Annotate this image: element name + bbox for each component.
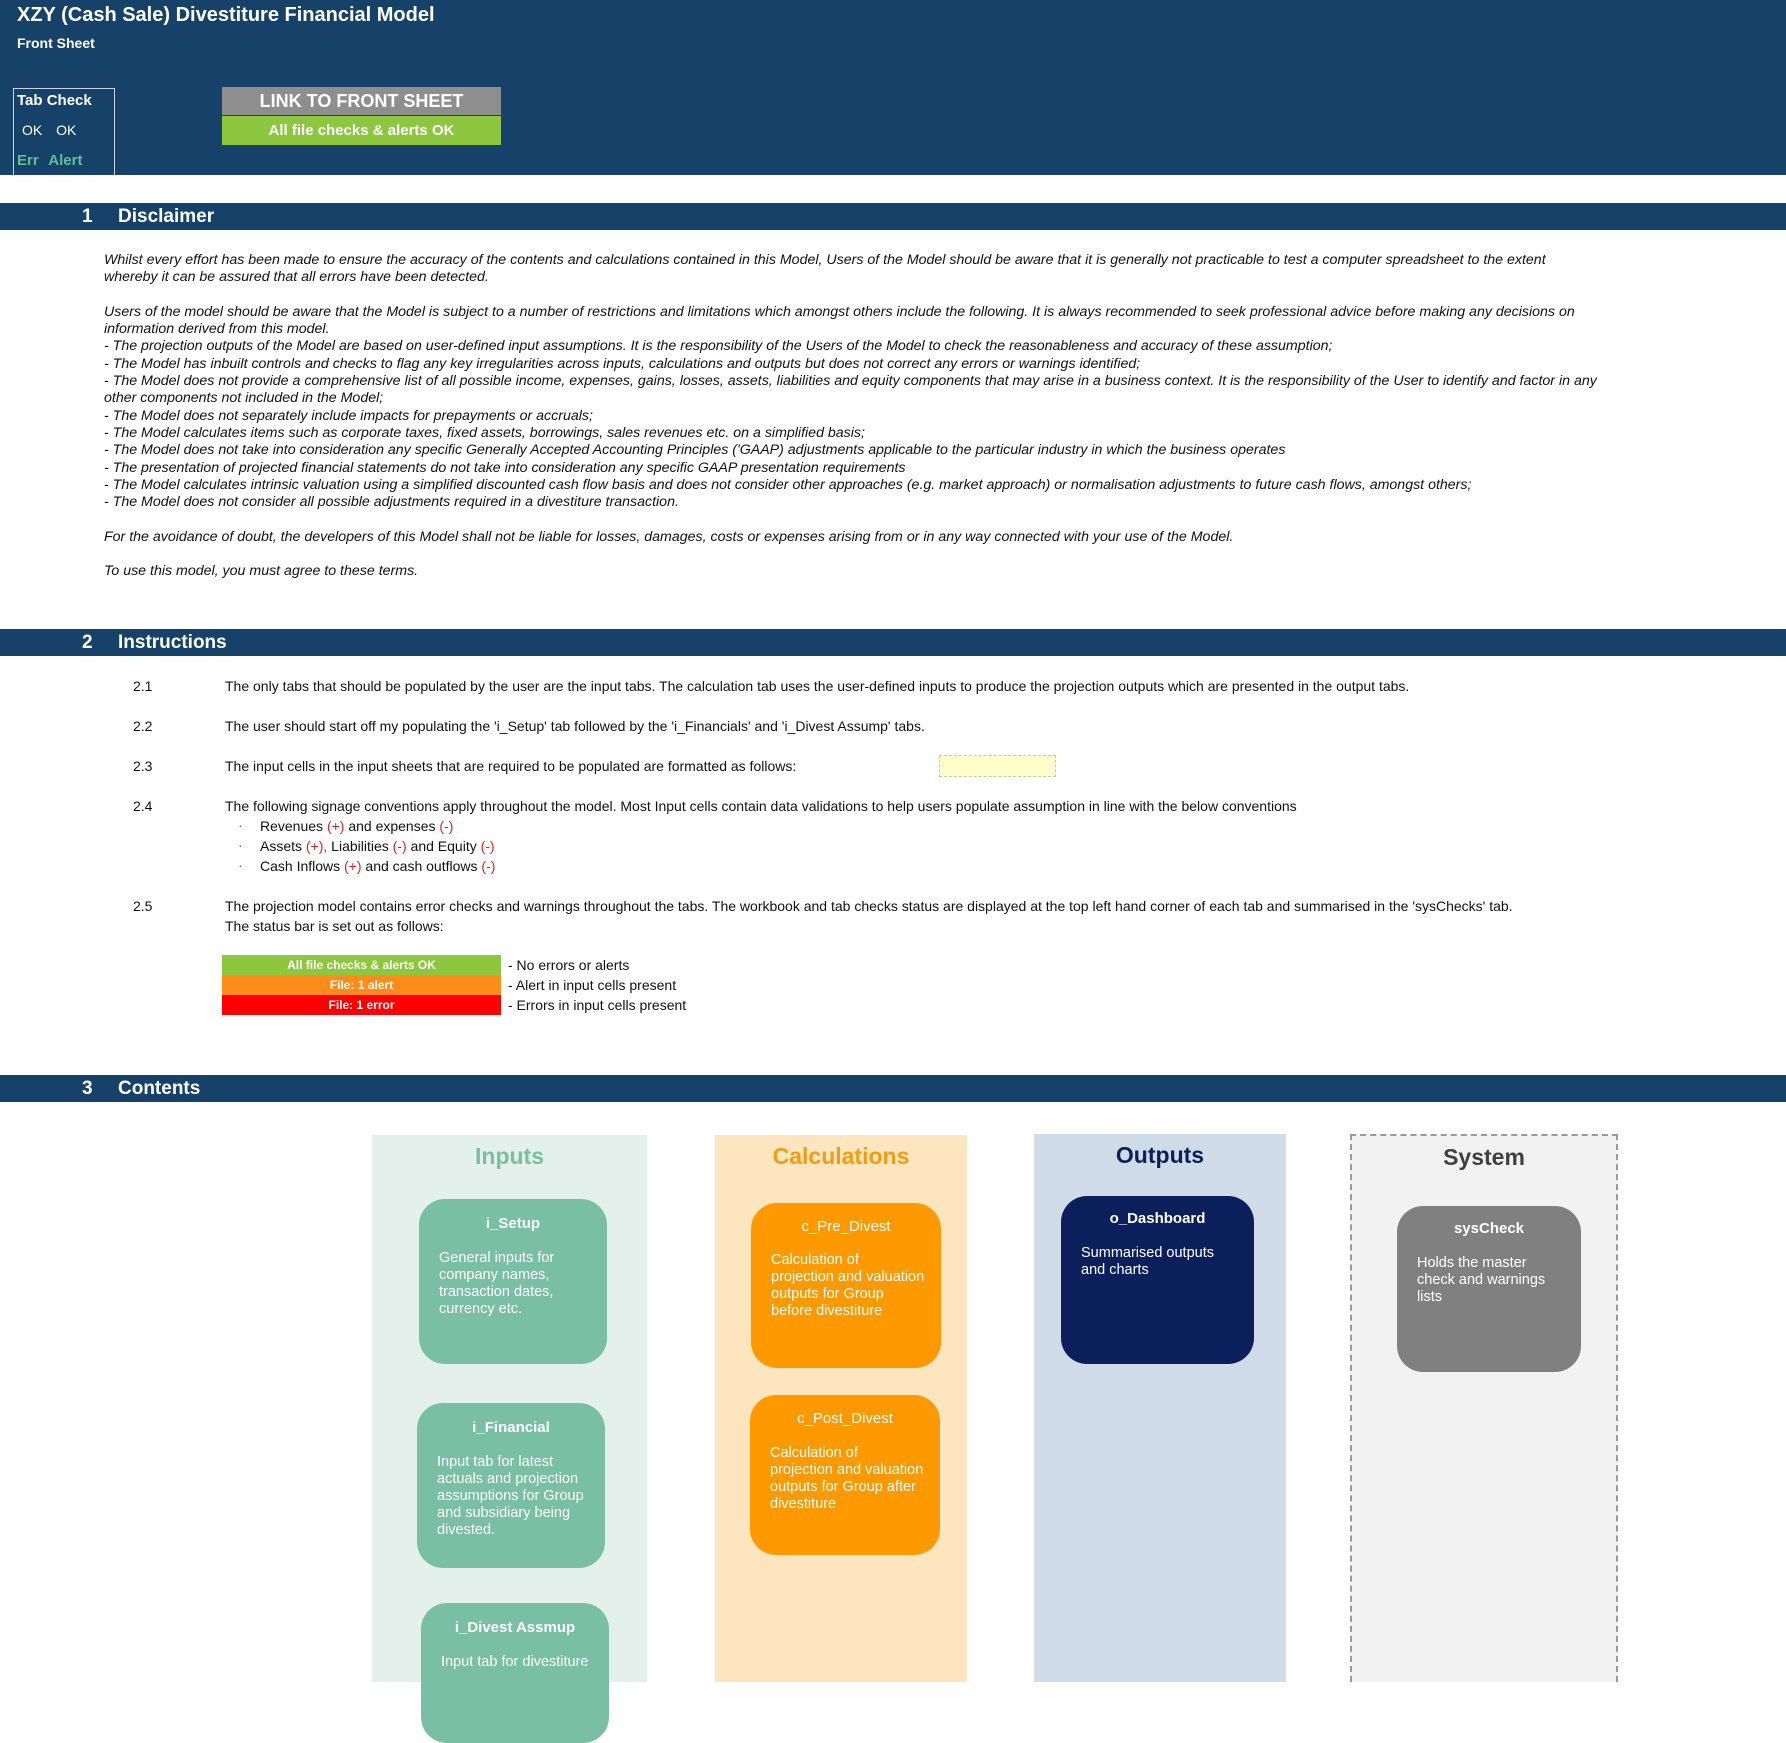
section-label: Instructions bbox=[118, 632, 227, 653]
disclaimer-text: Whilst every effort has been made to ens… bbox=[104, 252, 1602, 581]
disclaimer-item: - The Model calculates intrinsic valuati… bbox=[104, 476, 1472, 493]
calculations-panel: Calculations c_Pre_Divest Calculation of… bbox=[715, 1135, 967, 1682]
tab-card-syscheck[interactable]: sysCheck Holds the master check and warn… bbox=[1397, 1206, 1581, 1372]
tab-check-box: Tab Check OK OK Err Alert bbox=[13, 88, 115, 175]
disclaimer-item: - The projection outputs of the Model ar… bbox=[104, 338, 1333, 355]
outputs-heading: Outputs bbox=[1115, 1142, 1205, 1168]
status-sample-alert: File: 1 alert bbox=[222, 975, 501, 995]
bullet-dot: · bbox=[238, 857, 243, 873]
card-title: i_Divest Assmup bbox=[454, 1619, 576, 1636]
bullet-dot: · bbox=[238, 837, 243, 853]
status-sample-ok: All file checks & alerts OK bbox=[222, 955, 501, 975]
tab-check-heading: Tab Check bbox=[17, 92, 92, 109]
tab-card-i-divest-assump[interactable]: i_Divest Assmup Input tab for divestitur… bbox=[421, 1603, 609, 1743]
tab-card-i-setup[interactable]: i_Setup General inputs for company names… bbox=[419, 1199, 607, 1364]
disclaimer-item: - The Model does not separately include … bbox=[104, 407, 593, 424]
section-number: 1 bbox=[82, 206, 93, 227]
card-title: i_Setup bbox=[485, 1215, 541, 1232]
card-title: sysCheck bbox=[1453, 1220, 1525, 1237]
file-status-bar[interactable]: All file checks & alerts OK bbox=[222, 116, 501, 145]
status-legend: - No errors or alerts bbox=[508, 957, 630, 973]
instruction-text: The status bar is set out as follows: bbox=[225, 918, 444, 934]
section-label: Contents bbox=[118, 1078, 201, 1099]
instruction-number: 2.4 bbox=[133, 798, 153, 814]
inputs-heading: Inputs bbox=[475, 1143, 544, 1169]
link-to-front-sheet-button[interactable]: LINK TO FRONT SHEET bbox=[222, 87, 501, 115]
tab-check-ok-row: OK OK bbox=[22, 122, 77, 138]
card-description: Input tab for divestiture bbox=[441, 1654, 589, 1670]
disclaimer-item: - The Model does not take into considera… bbox=[104, 442, 1286, 459]
card-description: Summarised outputs and charts bbox=[1081, 1245, 1214, 1278]
top-header: XZY (Cash Sale) Divestiture Financial Mo… bbox=[0, 0, 1786, 175]
section-disclaimer-bar: 1 Disclaimer bbox=[0, 203, 1786, 230]
signage-convention-assets: Assets (+), Liabilities (-) and Equity (… bbox=[260, 838, 495, 854]
model-title: XZY (Cash Sale) Divestiture Financial Mo… bbox=[17, 4, 435, 26]
instruction-number: 2.2 bbox=[133, 718, 153, 734]
tab-card-o-dashboard[interactable]: o_Dashboard Summarised outputs and chart… bbox=[1061, 1196, 1254, 1364]
status-legend: - Alert in input cells present bbox=[508, 977, 677, 993]
section-contents-bar: 3 Contents bbox=[0, 1075, 1786, 1102]
outputs-panel: Outputs o_Dashboard Summarised outputs a… bbox=[1034, 1134, 1286, 1682]
instruction-number: 2.5 bbox=[133, 898, 153, 914]
system-heading: System bbox=[1443, 1144, 1525, 1170]
card-title: c_Pre_Divest bbox=[801, 1218, 891, 1235]
instruction-text: The only tabs that should be populated b… bbox=[225, 678, 1410, 694]
instruction-text: The user should start off my populating … bbox=[225, 718, 925, 734]
status-legend: - Errors in input cells present bbox=[508, 997, 687, 1013]
card-description: Calculation of projection and valuation … bbox=[770, 1445, 924, 1512]
card-description: Holds the master check and warnings list… bbox=[1417, 1255, 1546, 1305]
tab-card-i-financial[interactable]: i_Financial Input tab for latest actuals… bbox=[417, 1403, 605, 1568]
section-number: 2 bbox=[82, 632, 93, 653]
disclaimer-item: - The Model calculates items such as cor… bbox=[104, 424, 865, 441]
card-description: General inputs for company names, transa… bbox=[439, 1250, 555, 1317]
disclaimer-paragraph: Users of the model should be aware that … bbox=[104, 303, 1575, 338]
status-sample-error: File: 1 error bbox=[222, 995, 501, 1015]
instruction-number: 2.3 bbox=[133, 758, 153, 774]
instruction-text: The projection model contains error chec… bbox=[225, 898, 1513, 914]
card-description: Input tab for latest actuals and project… bbox=[437, 1454, 584, 1538]
system-panel: System sysCheck Holds the master check a… bbox=[1350, 1134, 1618, 1682]
tab-card-c-post-divest[interactable]: c_Post_Divest Calculation of projection … bbox=[750, 1395, 940, 1555]
disclaimer-item: - The Model does not consider all possib… bbox=[104, 494, 679, 511]
inputs-panel: Inputs i_Setup General inputs for compan… bbox=[372, 1135, 647, 1743]
instruction-text: The following signage conventions apply … bbox=[225, 798, 1297, 814]
instruction-number: 2.1 bbox=[133, 678, 153, 694]
section-number: 3 bbox=[82, 1078, 93, 1099]
card-title: c_Post_Divest bbox=[797, 1410, 893, 1427]
bullet-dot: · bbox=[238, 817, 243, 833]
card-title: o_Dashboard bbox=[1109, 1210, 1206, 1227]
section-instructions-bar: 2 Instructions bbox=[0, 629, 1786, 656]
input-cell-format-sample bbox=[939, 755, 1056, 777]
sheet-name: Front Sheet bbox=[17, 35, 95, 51]
disclaimer-paragraph: To use this model, you must agree to the… bbox=[104, 563, 419, 580]
signage-convention-revenues: Revenues (+) and expenses (-) bbox=[260, 818, 454, 834]
disclaimer-item: - The Model has inbuilt controls and che… bbox=[104, 355, 1141, 372]
tab-check-err-row: Err Alert bbox=[17, 152, 83, 169]
tab-card-c-pre-divest[interactable]: c_Pre_Divest Calculation of projection a… bbox=[751, 1203, 941, 1368]
card-title: i_Financial bbox=[472, 1419, 550, 1436]
disclaimer-item: - The presentation of projected financia… bbox=[104, 459, 906, 476]
section-label: Disclaimer bbox=[118, 206, 215, 227]
signage-convention-cash: Cash Inflows (+) and cash outflows (-) bbox=[260, 858, 496, 874]
card-description: Calculation of projection and valuation … bbox=[771, 1252, 925, 1319]
disclaimer-item: - The Model does not provide a comprehen… bbox=[104, 373, 1597, 407]
calculations-heading: Calculations bbox=[772, 1143, 910, 1169]
disclaimer-paragraph: Whilst every effort has been made to ens… bbox=[104, 252, 1546, 286]
instruction-text: The input cells in the input sheets that… bbox=[225, 758, 797, 774]
disclaimer-paragraph: For the avoidance of doubt, the develope… bbox=[104, 528, 1234, 545]
